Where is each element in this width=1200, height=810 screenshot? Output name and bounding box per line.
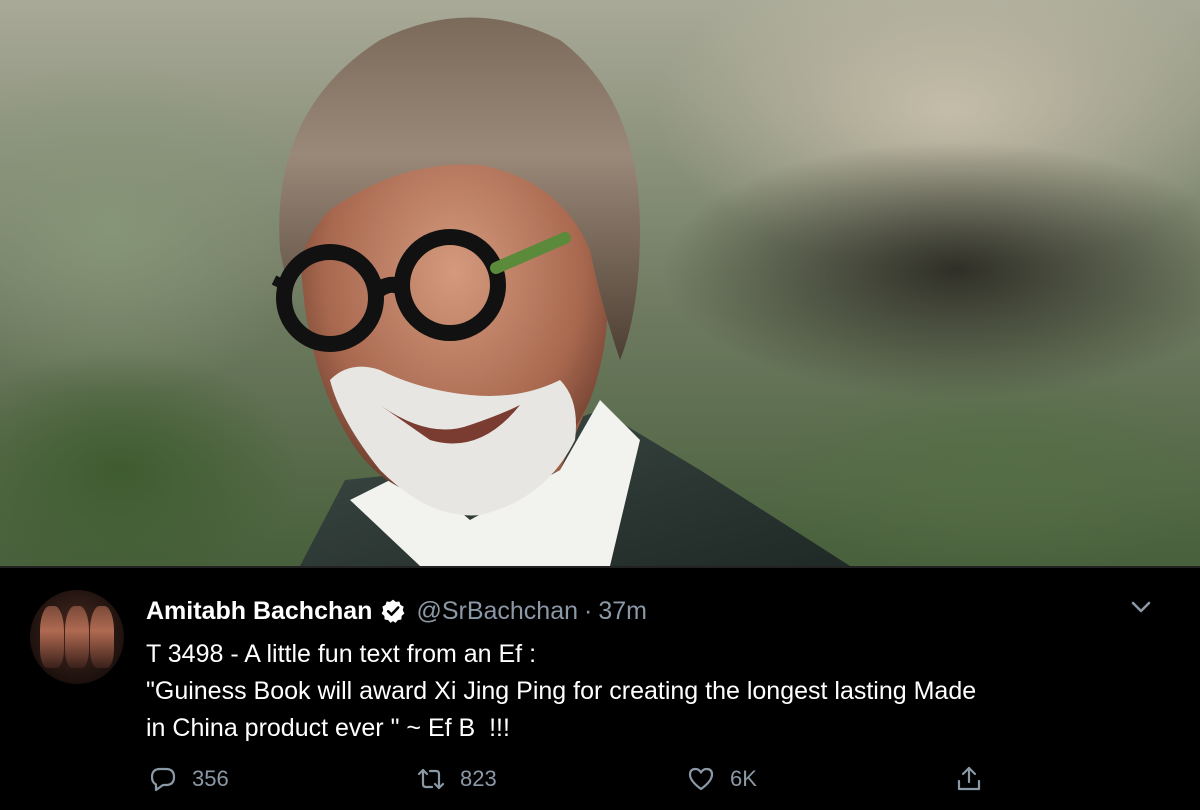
author-name[interactable]: Amitabh Bachchan [146,597,372,626]
avatar-figure [40,606,64,668]
reply-button[interactable]: 356 [148,764,229,794]
share-button[interactable] [954,764,998,794]
verified-badge-icon [382,599,405,623]
reply-icon [150,767,176,792]
tweet-text-line: in China product ever " ~ Ef B !!! [146,714,510,742]
heart-icon [688,767,714,791]
reply-count: 356 [192,766,229,791]
author-handle[interactable]: @SrBachchan [416,597,578,626]
avatar-figure [90,606,114,668]
like-count: 6K [730,766,757,791]
like-button[interactable]: 6K [686,764,757,794]
avatar-figure [65,606,89,668]
share-icon [957,766,981,791]
chevron-down-icon[interactable] [1128,598,1154,616]
avatar[interactable] [30,590,124,684]
tweet-actions: 356 823 6K [0,764,1200,804]
retweet-count: 823 [460,766,497,791]
retweet-icon [417,768,445,790]
header-photo [0,0,1200,566]
tweet-timestamp[interactable]: 37m [598,597,647,626]
separator-dot: · [584,596,593,625]
tweet-card[interactable]: Amitabh Bachchan @SrBachchan · 37m T 349… [0,566,1200,810]
retweet-button[interactable]: 823 [416,764,497,794]
tweet-text-line: "Guiness Book will award Xi Jing Ping fo… [146,677,977,705]
tweet-body: T 3498 - A little fun text from an Ef : … [146,636,1166,747]
tweet-header: Amitabh Bachchan @SrBachchan · 37m [146,594,647,628]
portrait-illustration [271,17,850,566]
tweet-text-line: T 3498 - A little fun text from an Ef : [146,640,537,668]
